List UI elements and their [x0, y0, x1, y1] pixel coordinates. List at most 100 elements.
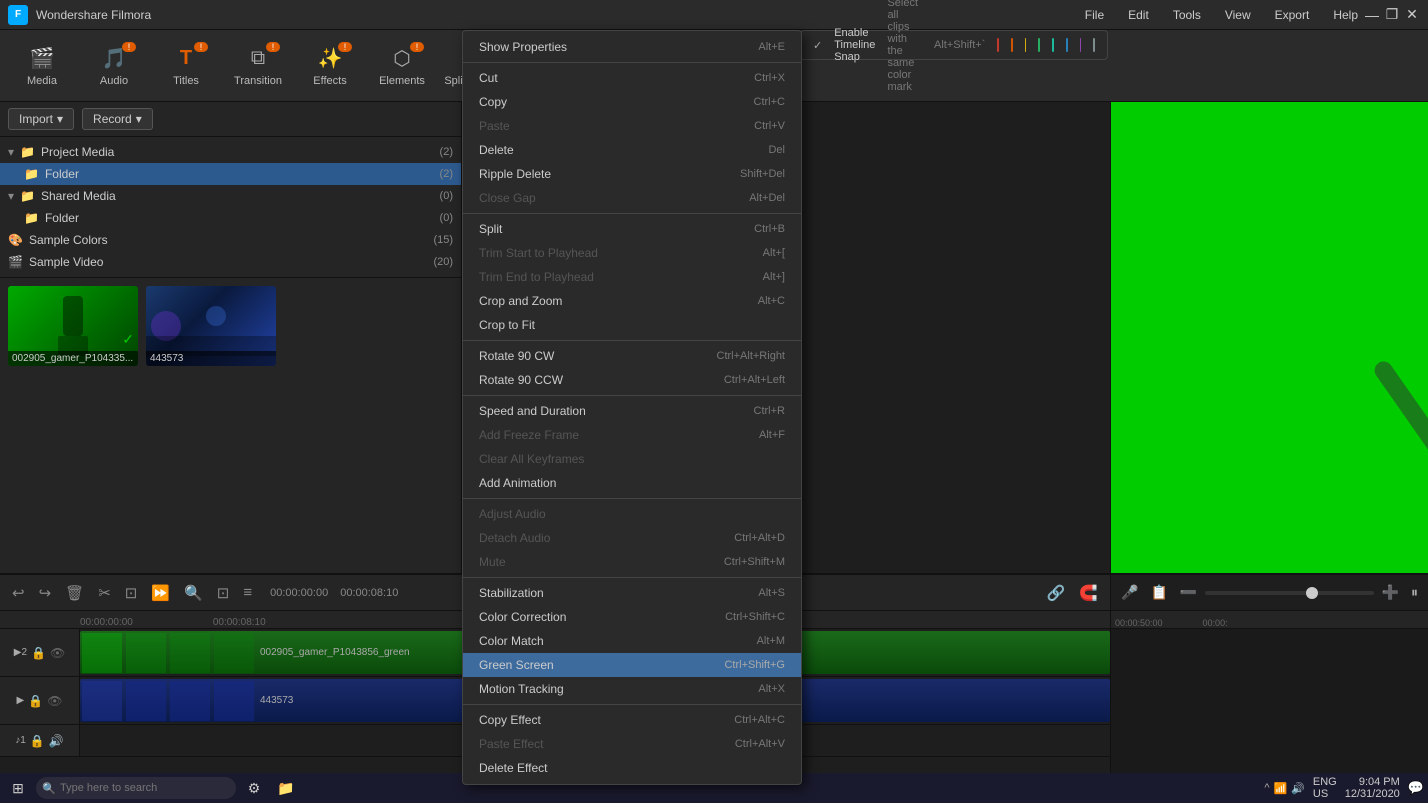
minimize-button[interactable]: — — [1364, 7, 1380, 23]
track3-speaker[interactable]: 🔊 — [49, 734, 64, 748]
color-yellow[interactable] — [1025, 38, 1027, 52]
ctx-close-gap: Close Gap Alt+Del — [463, 186, 801, 210]
color-purple[interactable] — [1080, 38, 1082, 52]
ctx-paste: Paste Ctrl+V — [463, 114, 801, 138]
ctx-add-animation[interactable]: Add Animation — [463, 471, 801, 495]
tree-folder-shared[interactable]: 📁 Folder (0) — [0, 207, 461, 229]
tray-wifi-icon[interactable]: 📶 — [1274, 782, 1288, 795]
crop-button[interactable]: ⊡ — [121, 582, 142, 604]
toolbar-audio[interactable]: 🎵 Audio ! — [80, 34, 148, 98]
ctx-copy-effect[interactable]: Copy Effect Ctrl+Alt+C — [463, 708, 801, 732]
rt-plus-button[interactable]: ➕ — [1378, 582, 1403, 603]
rt-notes-button[interactable]: 📋 — [1146, 582, 1171, 603]
toolbar-titles[interactable]: T Titles ! — [152, 34, 220, 98]
ctx-crop-fit[interactable]: Crop to Fit — [463, 313, 801, 337]
record-dropdown[interactable]: Record ▾ — [82, 108, 153, 130]
undo-button[interactable]: ↩ — [8, 582, 29, 604]
menu-view[interactable]: View — [1219, 6, 1257, 24]
import-dropdown[interactable]: Import ▾ — [8, 108, 74, 130]
color-teal[interactable] — [1052, 38, 1054, 52]
ctx-split[interactable]: Split Ctrl+B — [463, 217, 801, 241]
tree-sample-colors[interactable]: 🎨 Sample Colors (15) — [0, 229, 461, 251]
cut-button[interactable]: ✂ — [94, 582, 115, 604]
menu-file[interactable]: File — [1079, 6, 1110, 24]
taskbar-datetime[interactable]: 9:04 PM 12/31/2020 — [1345, 776, 1400, 800]
ctx-rotate-ccw[interactable]: Rotate 90 CCW Ctrl+Alt+Left — [463, 368, 801, 392]
search-container: 🔍 — [36, 777, 236, 799]
redo-button[interactable]: ↪ — [35, 582, 56, 604]
toolbar-transition[interactable]: ⧉ Transition ! — [224, 34, 292, 98]
color-orange[interactable] — [1011, 38, 1013, 52]
rt-pause-button[interactable]: ⏸ — [1407, 582, 1422, 603]
toolbar-elements[interactable]: ⬡ Elements ! — [368, 34, 436, 98]
ctx-crop-zoom[interactable]: Crop and Zoom Alt+C — [463, 289, 801, 313]
track2-lock[interactable]: 🔒 — [28, 694, 43, 708]
ctx-copy[interactable]: Copy Ctrl+C — [463, 90, 801, 114]
color-red[interactable] — [997, 38, 999, 52]
track3-lock[interactable]: 🔒 — [30, 734, 45, 748]
taskbar-lang[interactable]: ENG US — [1313, 776, 1337, 800]
ctx-delete-effect[interactable]: Delete Effect — [463, 756, 801, 780]
menu-edit[interactable]: Edit — [1122, 6, 1155, 24]
ctx-mute: Mute Ctrl+Shift+M — [463, 550, 801, 574]
zoom-button[interactable]: 🔍 — [180, 582, 207, 604]
tree-project-media[interactable]: ▾ 📁 Project Media (2) — [0, 141, 461, 163]
taskbar-search-input[interactable] — [36, 777, 236, 799]
magnet-button[interactable]: 🧲 — [1075, 582, 1102, 604]
fullscreen-button[interactable]: ⊡ — [213, 582, 234, 604]
folder-taskbar-button[interactable]: 📁 — [272, 774, 300, 802]
track1-eye[interactable]: 👁 — [50, 646, 65, 660]
maximize-button[interactable]: ❐ — [1384, 7, 1400, 23]
project-controls: Import ▾ Record ▾ — [0, 102, 461, 137]
ctx-speed-duration[interactable]: Speed and Duration Ctrl+R — [463, 399, 801, 423]
settings-taskbar-button[interactable]: ⚙ — [240, 774, 268, 802]
titles-label: Titles — [173, 75, 199, 87]
color-gray[interactable] — [1093, 38, 1095, 52]
toolbar-media[interactable]: 🎬 Media — [8, 34, 76, 98]
folder-icon: 📁 — [20, 189, 35, 203]
tree-folder-selected[interactable]: 📁 Folder (2) — [0, 163, 461, 185]
rt-minus-button[interactable]: ➖ — [1176, 582, 1201, 603]
ctx-adjust-audio: Adjust Audio — [463, 502, 801, 526]
ctx-green-screen[interactable]: Green Screen Ctrl+Shift+G — [463, 653, 801, 677]
menu-help[interactable]: Help — [1327, 6, 1364, 24]
tree-sample-video[interactable]: 🎬 Sample Video (20) — [0, 251, 461, 273]
media-item-green[interactable]: ✓ 002905_gamer_P104335... — [8, 286, 138, 366]
tree-shared-media[interactable]: ▾ 📁 Shared Media (0) — [0, 185, 461, 207]
ctx-stabilization[interactable]: Stabilization Alt+S — [463, 581, 801, 605]
ctx-show-properties[interactable]: Show Properties Alt+E — [463, 35, 801, 59]
ctx-delete[interactable]: Delete Del — [463, 138, 801, 162]
ctx-rotate-cw[interactable]: Rotate 90 CW Ctrl+Alt+Right — [463, 344, 801, 368]
media-item-blue[interactable]: 443573 — [146, 286, 276, 366]
track1-lock[interactable]: 🔒 — [31, 646, 46, 660]
enable-snap-label[interactable]: Enable Timeline Snap — [834, 27, 875, 63]
start-button[interactable]: ⊞ — [4, 774, 32, 802]
import-chevron-icon: ▾ — [57, 112, 63, 126]
notification-icon[interactable]: 💬 — [1408, 780, 1424, 796]
tray-volume-icon[interactable]: 🔊 — [1291, 782, 1305, 795]
snap-button[interactable]: 🔗 — [1043, 582, 1070, 604]
color-blue[interactable] — [1066, 38, 1068, 52]
delete-button[interactable]: 🗑 — [61, 582, 88, 604]
track2-eye[interactable]: 👁 — [47, 694, 62, 708]
close-button[interactable]: ✕ — [1404, 7, 1420, 23]
expand-icon: ▾ — [8, 145, 14, 159]
rt-mic-button[interactable]: 🎤 — [1117, 582, 1142, 603]
menu-tools[interactable]: Tools — [1167, 6, 1207, 24]
context-menu[interactable]: Show Properties Alt+E Cut Ctrl+X Copy Ct… — [462, 30, 802, 785]
speed-button[interactable]: ⏩ — [147, 582, 174, 604]
tray-chevron-icon[interactable]: ^ — [1264, 782, 1269, 794]
ctx-color-match[interactable]: Color Match Alt+M — [463, 629, 801, 653]
ctx-cut[interactable]: Cut Ctrl+X — [463, 66, 801, 90]
ctx-motion-tracking[interactable]: Motion Tracking Alt+X — [463, 677, 801, 701]
toolbar-effects[interactable]: ✨ Effects ! — [296, 34, 364, 98]
top-context-bar[interactable]: ✓ Enable Timeline Snap Select all clips … — [800, 30, 1108, 60]
settings-button[interactable]: ≡ — [239, 582, 256, 603]
titles-badge: ! — [194, 42, 208, 52]
menu-export[interactable]: Export — [1269, 6, 1316, 24]
record-chevron-icon: ▾ — [136, 112, 142, 126]
color-green[interactable] — [1038, 38, 1040, 52]
ctx-ripple-delete[interactable]: Ripple Delete Shift+Del — [463, 162, 801, 186]
track2-num: ▶ — [17, 695, 25, 706]
ctx-color-correction[interactable]: Color Correction Ctrl+Shift+C — [463, 605, 801, 629]
